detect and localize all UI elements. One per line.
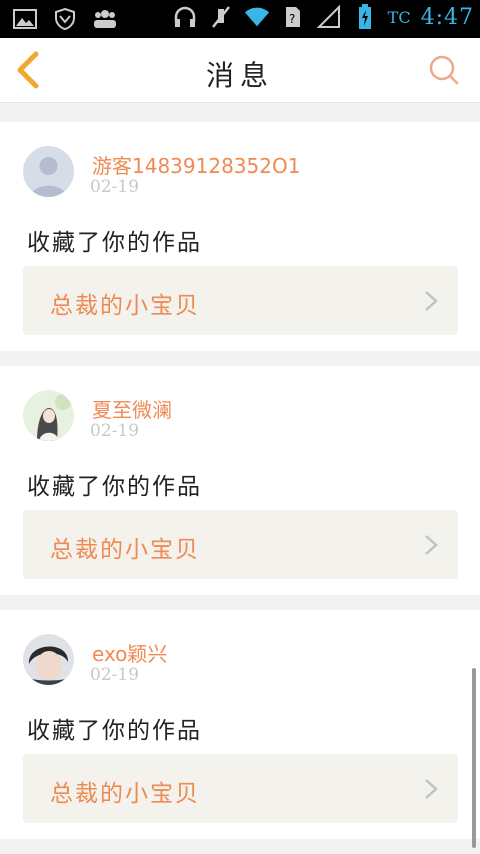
signal-icon xyxy=(316,4,342,30)
avatar[interactable] xyxy=(23,390,74,441)
mute-icon xyxy=(208,4,234,30)
wifi-icon xyxy=(244,4,270,30)
shield-icon xyxy=(52,6,78,32)
chevron-right-icon xyxy=(425,779,438,799)
headphones-icon xyxy=(172,4,198,30)
message-card: 夏至微澜 02-19 收藏了你的作品 总裁的小宝贝 xyxy=(0,366,480,595)
search-icon xyxy=(429,55,459,85)
clock: 4:47 xyxy=(420,4,474,30)
message-action: 收藏了你的作品 xyxy=(27,718,202,744)
message-date: 02-19 xyxy=(90,177,140,197)
page-title: 消息 xyxy=(205,59,274,92)
message-date: 02-19 xyxy=(90,421,140,441)
work-title: 总裁的小宝贝 xyxy=(50,781,200,807)
work-link[interactable]: 总裁的小宝贝 xyxy=(23,266,458,335)
carrier-label: TC xyxy=(387,7,411,27)
header: 消息 xyxy=(0,38,480,103)
message-date: 02-19 xyxy=(90,665,140,685)
people-icon xyxy=(92,6,118,32)
svg-text:?: ? xyxy=(289,12,295,26)
scrollbar[interactable] xyxy=(472,668,476,848)
image-icon xyxy=(12,6,38,32)
message-card: exo颖兴 02-19 收藏了你的作品 总裁的小宝贝 xyxy=(0,610,480,839)
username[interactable]: 游客14839128352O1 xyxy=(92,150,300,179)
search-button[interactable] xyxy=(428,54,460,86)
chevron-right-icon xyxy=(425,291,438,311)
status-bar: ? TC 4:47 xyxy=(0,0,480,38)
work-title: 总裁的小宝贝 xyxy=(50,293,200,319)
message-action: 收藏了你的作品 xyxy=(27,474,202,500)
message-card: 游客14839128352O1 02-19 收藏了你的作品 总裁的小宝贝 xyxy=(0,122,480,351)
avatar[interactable] xyxy=(23,634,74,685)
work-title: 总裁的小宝贝 xyxy=(50,537,200,563)
username[interactable]: exo颖兴 xyxy=(92,638,167,667)
message-action: 收藏了你的作品 xyxy=(27,230,202,256)
battery-icon xyxy=(352,4,378,30)
work-link[interactable]: 总裁的小宝贝 xyxy=(23,754,458,823)
avatar[interactable] xyxy=(23,146,74,197)
username[interactable]: 夏至微澜 xyxy=(92,394,172,423)
work-link[interactable]: 总裁的小宝贝 xyxy=(23,510,458,579)
sim-icon: ? xyxy=(280,4,306,30)
chevron-right-icon xyxy=(425,535,438,555)
